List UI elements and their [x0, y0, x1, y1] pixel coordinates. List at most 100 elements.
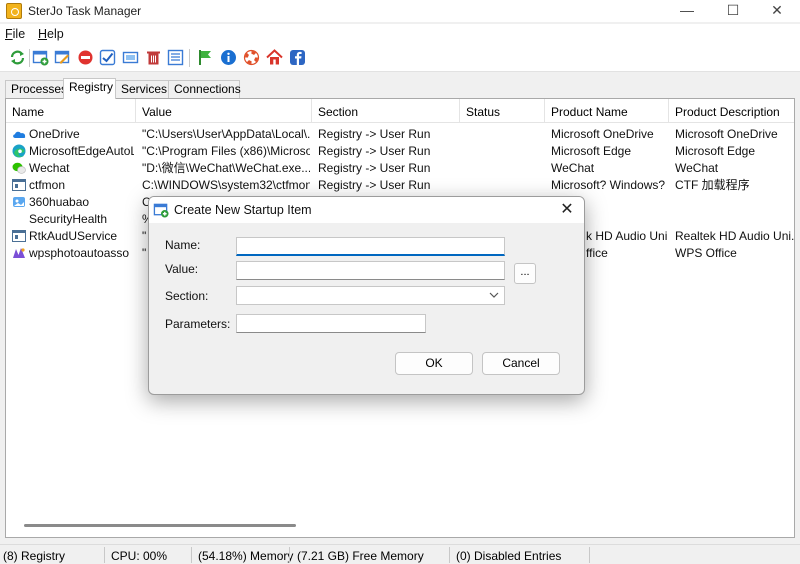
- column-header-section[interactable]: Section: [312, 99, 460, 123]
- row-name: SecurityHealth: [29, 212, 108, 226]
- table-row[interactable]: ctfmon C:\WINDOWS\system32\ctfmon... Reg…: [6, 177, 794, 194]
- browse-button[interactable]: ...: [514, 263, 536, 284]
- table-row[interactable]: Wechat "D:\微信\WeChat\WeChat.exe... Regis…: [6, 160, 794, 177]
- row-section: Registry -> User Run: [318, 127, 431, 141]
- window-title: SterJo Task Manager: [28, 4, 142, 18]
- row-section: Registry -> User Run: [318, 178, 431, 192]
- row-section: Registry -> User Run: [318, 144, 431, 158]
- row-product-name: Microsoft? Windows? ...: [551, 178, 668, 192]
- horizontal-scrollbar[interactable]: [24, 524, 296, 527]
- parameters-label: Parameters:: [165, 317, 231, 331]
- column-header-product-description[interactable]: Product Description: [669, 99, 794, 123]
- edge-icon: [12, 144, 26, 158]
- table-row[interactable]: OneDrive "C:\Users\User\AppData\Local\..…: [6, 126, 794, 143]
- window-app-icon: [12, 179, 26, 191]
- row-name: RtkAudUService: [29, 229, 118, 243]
- dialog-title: Create New Startup Item: [174, 203, 312, 217]
- row-product-name: WeChat: [551, 161, 595, 175]
- value-label: Value:: [165, 262, 199, 276]
- enable-check-icon[interactable]: [99, 49, 116, 66]
- tab-label: Services: [121, 82, 168, 96]
- task-manager-window: SterJo Task Manager — ☐ ✕ File Help Proc…: [0, 0, 800, 564]
- column-header-name[interactable]: Name: [6, 99, 136, 123]
- wechat-icon: [12, 162, 26, 174]
- parameters-input[interactable]: [236, 314, 426, 333]
- info-icon[interactable]: [220, 49, 237, 66]
- tab-connections[interactable]: Connections: [168, 80, 241, 98]
- toolbar-separator: [29, 49, 30, 67]
- row-value: "C:\Program Files (x86)\Microsoft...: [142, 144, 310, 158]
- status-separator: [589, 547, 590, 563]
- row-name: MicrosoftEdgeAutoL...: [29, 144, 134, 158]
- app-icon: [6, 3, 22, 19]
- row-value: C:\WINDOWS\system32\ctfmon...: [142, 178, 310, 192]
- flag-icon[interactable]: [197, 49, 214, 66]
- create-startup-item-dialog: Create New Startup Item ✕ Name: Value: .…: [148, 196, 585, 395]
- list-header: Name Value Section Status Product Name P…: [6, 99, 794, 123]
- table-row[interactable]: MicrosoftEdgeAutoL... "C:\Program Files …: [6, 143, 794, 160]
- 360-icon: [13, 197, 25, 207]
- minimize-button[interactable]: —: [664, 0, 710, 22]
- row-product-name: k HD Audio Uni...: [586, 229, 668, 243]
- tab-processes[interactable]: Processes: [5, 80, 68, 98]
- add-item-icon[interactable]: [32, 49, 49, 66]
- tab-registry[interactable]: Registry: [63, 78, 116, 99]
- add-item-icon: [153, 203, 169, 218]
- column-header-value[interactable]: Value: [136, 99, 312, 123]
- menu-bar: File Help: [0, 24, 800, 44]
- title-bar: SterJo Task Manager — ☐ ✕: [0, 0, 800, 22]
- edit-item-icon[interactable]: [54, 49, 71, 66]
- maximize-button[interactable]: ☐: [710, 0, 756, 22]
- column-header-status[interactable]: Status: [460, 99, 545, 123]
- row-product-name: ffice: [586, 246, 608, 260]
- row-product-description: Realtek HD Audio Uni...: [675, 229, 795, 243]
- row-name: ctfmon: [29, 178, 66, 192]
- tab-label: Registry: [69, 80, 114, 94]
- row-name: wpsphotoautoasso: [29, 246, 130, 260]
- status-registry-count: (8) Registry: [3, 549, 66, 563]
- status-separator: [104, 547, 105, 563]
- disable-item-icon[interactable]: [77, 49, 94, 66]
- tab-label: Processes: [11, 82, 68, 96]
- section-label: Section:: [165, 289, 209, 303]
- dialog-close-icon[interactable]: ✕: [556, 199, 578, 221]
- column-header-product-name[interactable]: Product Name: [545, 99, 669, 123]
- name-label: Name:: [165, 238, 201, 252]
- row-product-description: WeChat: [675, 161, 719, 175]
- row-name: OneDrive: [29, 127, 80, 141]
- refresh-icon[interactable]: [9, 49, 26, 66]
- cancel-button[interactable]: Cancel: [482, 352, 560, 375]
- row-value: "C:\Users\User\AppData\Local\...: [142, 127, 310, 141]
- status-disabled-entries: (0) Disabled Entries: [456, 549, 562, 563]
- value-input[interactable]: [236, 261, 505, 280]
- window-app-icon: [12, 230, 26, 242]
- row-product-description: Microsoft Edge: [675, 144, 756, 158]
- properties-icon[interactable]: [167, 49, 184, 66]
- facebook-icon[interactable]: [289, 49, 306, 66]
- row-product-name: Microsoft Edge: [551, 144, 632, 158]
- menu-file[interactable]: File: [5, 27, 25, 41]
- home-icon[interactable]: [266, 49, 283, 66]
- status-bar: (8) Registry CPU: 00% (54.18%) Memory (7…: [0, 544, 800, 564]
- tab-services[interactable]: Services: [115, 80, 169, 98]
- status-separator: [191, 547, 192, 563]
- row-section: Registry -> User Run: [318, 161, 431, 175]
- row-product-description: Microsoft OneDrive: [675, 127, 778, 141]
- section-select[interactable]: [236, 286, 505, 305]
- row-name: 360huabao: [29, 195, 90, 209]
- chevron-down-icon: [489, 292, 499, 298]
- status-memory: (54.18%) Memory: [198, 549, 294, 563]
- row-product-description: CTF 加载程序: [675, 178, 750, 192]
- dialog-title-bar: Create New Startup Item ✕: [149, 197, 584, 223]
- close-window-button[interactable]: ✕: [754, 0, 800, 22]
- name-input[interactable]: [236, 237, 505, 256]
- delete-icon[interactable]: [145, 49, 162, 66]
- status-separator: [449, 547, 450, 563]
- help-lifebuoy-icon[interactable]: [243, 49, 260, 66]
- toolbar: [0, 44, 800, 72]
- open-location-icon[interactable]: [122, 49, 139, 66]
- menu-help[interactable]: Help: [38, 27, 64, 41]
- row-value: "D:\微信\WeChat\WeChat.exe...: [142, 161, 310, 175]
- row-name: Wechat: [29, 161, 70, 175]
- ok-button[interactable]: OK: [395, 352, 473, 375]
